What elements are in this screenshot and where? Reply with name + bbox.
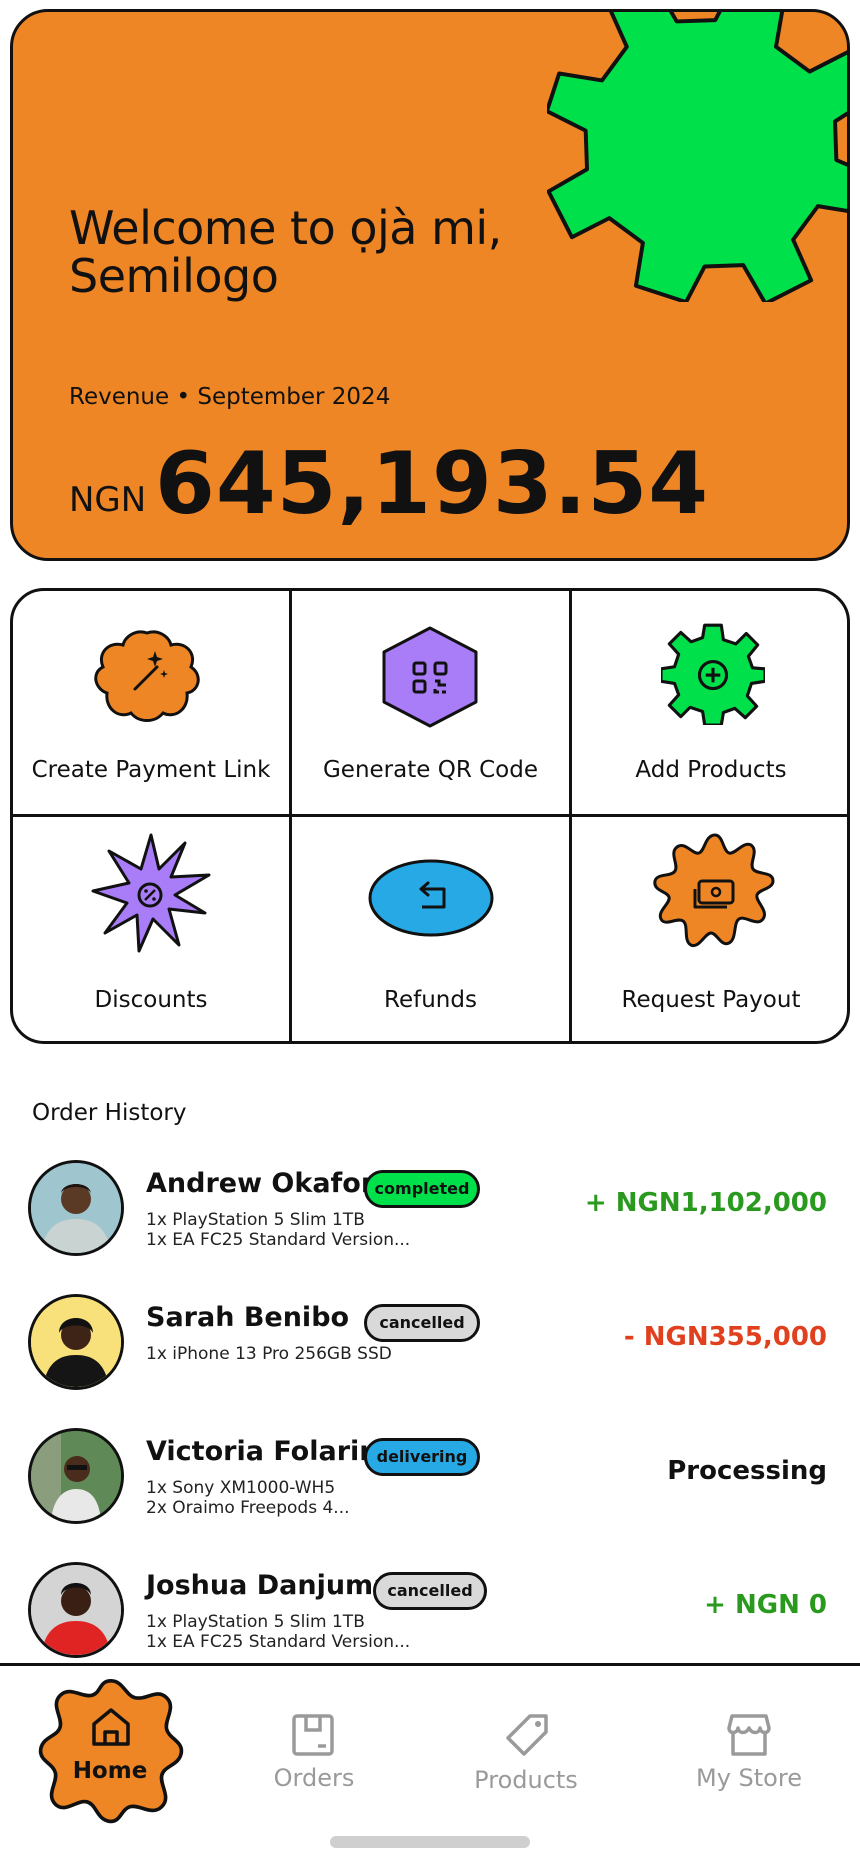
order-item: 1x Sony XM1000-WH5	[146, 1478, 336, 1498]
action-label: Discounts	[94, 987, 208, 1013]
nav-orders[interactable]: Orders	[254, 1706, 374, 1816]
order-history-title: Order History	[32, 1100, 187, 1126]
box-icon	[292, 1714, 334, 1756]
order-row[interactable]: Andrew Okafor completed 1x PlayStation 5…	[0, 1158, 860, 1278]
order-item: 1x PlayStation 5 Slim 1TB	[146, 1612, 365, 1632]
revenue-card: Welcome to ọjà mi, Semilogo Revenue • Se…	[10, 9, 850, 561]
order-item: 1x EA FC25 Standard Version...	[146, 1632, 411, 1652]
action-label: Generate QR Code	[322, 757, 538, 783]
customer-name: Joshua Danjuma	[146, 1570, 392, 1601]
refunds-button[interactable]: Refunds	[292, 817, 569, 1041]
gear-decoration-icon	[547, 12, 847, 302]
home-icon	[92, 1708, 130, 1746]
percent-icon	[91, 833, 211, 953]
customer-name: Sarah Benibo	[146, 1302, 350, 1333]
order-row[interactable]: Sarah Benibo cancelled 1x iPhone 13 Pro …	[0, 1292, 860, 1412]
order-item: 2x Oraimo Freepods 4...	[146, 1498, 350, 1518]
home-indicator[interactable]	[330, 1836, 530, 1848]
action-label: Add Products	[635, 757, 787, 783]
order-amount: - NGN355,000	[623, 1322, 827, 1352]
nav-label: Products	[474, 1766, 578, 1794]
nav-label: My Store	[696, 1764, 802, 1792]
nav-label: Orders	[273, 1764, 355, 1792]
order-row[interactable]: Victoria Folarin delivering 1x Sony XM10…	[0, 1426, 860, 1546]
action-label: Refunds	[384, 987, 477, 1013]
magic-wand-icon	[94, 630, 200, 722]
revenue-amount: 645,193.54	[155, 434, 710, 534]
customer-name: Andrew Okafor	[146, 1168, 375, 1199]
order-item: 1x PlayStation 5 Slim 1TB	[146, 1210, 365, 1230]
nav-home[interactable]: Home	[30, 1672, 190, 1832]
discounts-button[interactable]: Discounts	[13, 817, 289, 1041]
qr-code-icon	[382, 626, 478, 728]
avatar	[28, 1160, 124, 1256]
add-products-button[interactable]: Add Products	[572, 591, 847, 814]
order-item: 1x iPhone 13 Pro 256GB SSD	[146, 1344, 392, 1364]
order-amount: + NGN 0	[704, 1590, 827, 1620]
status-badge: delivering	[364, 1438, 480, 1476]
action-label: Request Payout	[621, 987, 801, 1013]
status-badge: cancelled	[373, 1572, 487, 1610]
action-label: Create Payment Link	[31, 757, 271, 783]
order-amount: Processing	[667, 1456, 827, 1486]
nav-label: Home	[72, 1758, 148, 1784]
quick-actions-grid: Create Payment Link Generate QR Code Add…	[10, 588, 850, 1044]
request-payout-button[interactable]: Request Payout	[572, 817, 847, 1041]
nav-products[interactable]: Products	[462, 1706, 590, 1816]
cash-icon	[653, 833, 775, 948]
bottom-nav-divider	[0, 1663, 860, 1666]
avatar	[28, 1294, 124, 1390]
create-payment-link-button[interactable]: Create Payment Link	[13, 591, 289, 814]
order-row[interactable]: Joshua Danjuma cancelled 1x PlayStation …	[0, 1560, 860, 1680]
order-item: 1x EA FC25 Standard Version...	[146, 1230, 411, 1250]
return-arrow-icon	[368, 859, 494, 937]
welcome-heading: Welcome to ọjà mi, Semilogo	[69, 201, 502, 303]
avatar	[28, 1562, 124, 1658]
order-amount: + NGN1,102,000	[584, 1188, 827, 1218]
status-badge: cancelled	[364, 1304, 480, 1342]
generate-qr-code-button[interactable]: Generate QR Code	[292, 591, 569, 814]
nav-my-store[interactable]: My Store	[684, 1706, 814, 1816]
plus-circle-icon	[661, 623, 765, 725]
revenue-currency: NGN	[69, 480, 147, 520]
store-icon	[727, 1714, 771, 1756]
avatar	[28, 1428, 124, 1524]
home-blob-decoration	[38, 1679, 184, 1824]
customer-name: Victoria Folarin	[146, 1436, 379, 1467]
status-badge: completed	[364, 1170, 480, 1208]
revenue-label: Revenue • September 2024	[69, 384, 391, 410]
tag-icon	[506, 1714, 548, 1756]
